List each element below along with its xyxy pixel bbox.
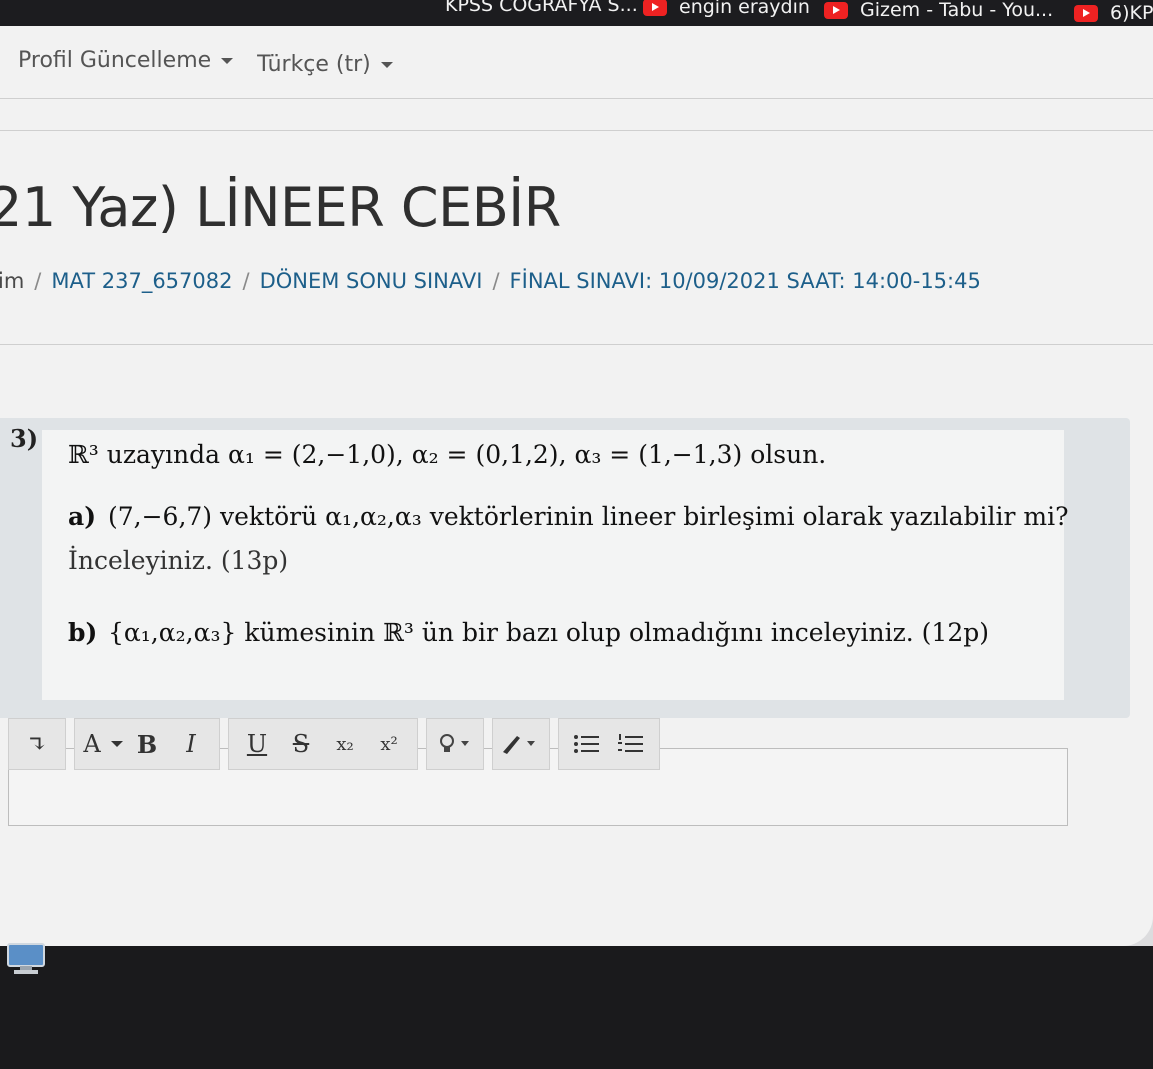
- caret-down-icon: [221, 58, 234, 64]
- collapse-toolbar-button[interactable]: ↴: [15, 722, 59, 766]
- language-menu[interactable]: Türkçe (tr): [257, 52, 393, 77]
- divider: [0, 344, 1153, 345]
- brush-icon[interactable]: [499, 722, 543, 766]
- bookmark-engin[interactable]: engin eraydın: [643, 0, 810, 20]
- caret-down-icon: [380, 62, 393, 68]
- bookmark-gizem[interactable]: Gizem - Tabu - You...: [824, 0, 1053, 23]
- font-size-button[interactable]: A: [81, 722, 125, 766]
- youtube-icon: [643, 0, 667, 16]
- profile-update-label: Profil Güncelleme: [18, 48, 212, 73]
- exam-page: Profil Güncelleme Türkçe (tr) 21 Yaz) Lİ…: [0, 26, 1153, 946]
- bookmarks-bar: KPSS COĞRAFYA S... engin eraydın Gizem -…: [0, 0, 1153, 26]
- bookmark-kp[interactable]: 6)KP: [1074, 0, 1153, 26]
- bookmark-label: 6)KP: [1110, 2, 1153, 24]
- page-title: 21 Yaz) LİNEER CEBİR: [0, 176, 561, 239]
- toolbar-group-format: U S x₂ x²: [228, 718, 418, 770]
- breadcrumb-separator: /: [492, 269, 500, 293]
- toolbar-group-style: [492, 718, 550, 770]
- numbered-list-icon[interactable]: [609, 722, 653, 766]
- bullet-list-icon[interactable]: [565, 722, 609, 766]
- bold-button[interactable]: B: [125, 722, 169, 766]
- breadcrumb-item-home[interactable]: im: [0, 269, 24, 293]
- underline-button[interactable]: U: [235, 722, 279, 766]
- divider: [0, 98, 1153, 99]
- breadcrumb-item-course[interactable]: MAT 237_657082: [51, 269, 232, 293]
- question-intro: ℝ³ uzayında α₁ = (2,−1,0), α₂ = (0,1,2),…: [68, 440, 827, 469]
- toolbar-group-hint: [426, 718, 484, 770]
- bookmark-kpss[interactable]: KPSS COĞRAFYA S...: [445, 0, 638, 18]
- question-number: 3): [10, 424, 39, 453]
- bookmark-label: Gizem - Tabu - You...: [860, 0, 1054, 21]
- editor-toolbar: ↴ A B I U S x₂ x²: [8, 718, 660, 770]
- monitor-bezel: [0, 946, 1153, 1069]
- part-a-text-cont: İnceleyiniz. (13p): [68, 546, 289, 575]
- answer-editor: ↴ A B I U S x₂ x²: [8, 718, 1068, 828]
- profile-update-menu[interactable]: Profil Güncelleme: [18, 48, 234, 77]
- breadcrumb-item-section[interactable]: DÖNEM SONU SINAVI: [260, 269, 483, 293]
- question-text-area: ℝ³ uzayında α₁ = (2,−1,0), α₂ = (0,1,2),…: [42, 430, 1069, 700]
- toolbar-group-lists: [558, 718, 660, 770]
- breadcrumb-item-exam[interactable]: FİNAL SINAVI: 10/09/2021 SAAT: 14:00-15:…: [510, 269, 981, 293]
- breadcrumb-separator: /: [34, 269, 42, 293]
- caret-down-icon: [110, 741, 123, 747]
- divider: [0, 130, 1153, 131]
- part-b-label: b): [68, 618, 98, 647]
- bookmark-label: KPSS COĞRAFYA S...: [445, 0, 638, 16]
- bookmark-label: engin eraydın: [679, 0, 810, 18]
- computer-icon[interactable]: [6, 942, 46, 976]
- part-a-text: (7,−6,7) vektörü α₁,α₂,α₃ vektörlerinin …: [108, 502, 1069, 531]
- language-label: Türkçe (tr): [257, 52, 371, 77]
- strikethrough-button[interactable]: S: [279, 722, 323, 766]
- youtube-icon: [1074, 4, 1098, 22]
- lightbulb-icon[interactable]: [433, 722, 477, 766]
- font-size-label: A: [83, 730, 101, 758]
- user-nav: Profil Güncelleme Türkçe (tr): [18, 48, 393, 77]
- italic-button[interactable]: I: [169, 722, 213, 766]
- part-b-text: {α₁,α₂,α₃} kümesinin ℝ³ ün bir bazı olup…: [108, 618, 989, 647]
- part-a-label: a): [68, 502, 97, 531]
- toolbar-group-collapse: ↴: [8, 718, 66, 770]
- breadcrumb-separator: /: [242, 269, 250, 293]
- question-container: 3) ℝ³ uzayında α₁ = (2,−1,0), α₂ = (0,1,…: [0, 418, 1130, 718]
- superscript-button[interactable]: x²: [367, 722, 411, 766]
- breadcrumb: im / MAT 237_657082 / DÖNEM SONU SINAVI / FİNA…: [0, 269, 981, 293]
- youtube-icon: [824, 1, 848, 19]
- toolbar-group-text: A B I: [74, 718, 220, 770]
- subscript-button[interactable]: x₂: [323, 722, 367, 766]
